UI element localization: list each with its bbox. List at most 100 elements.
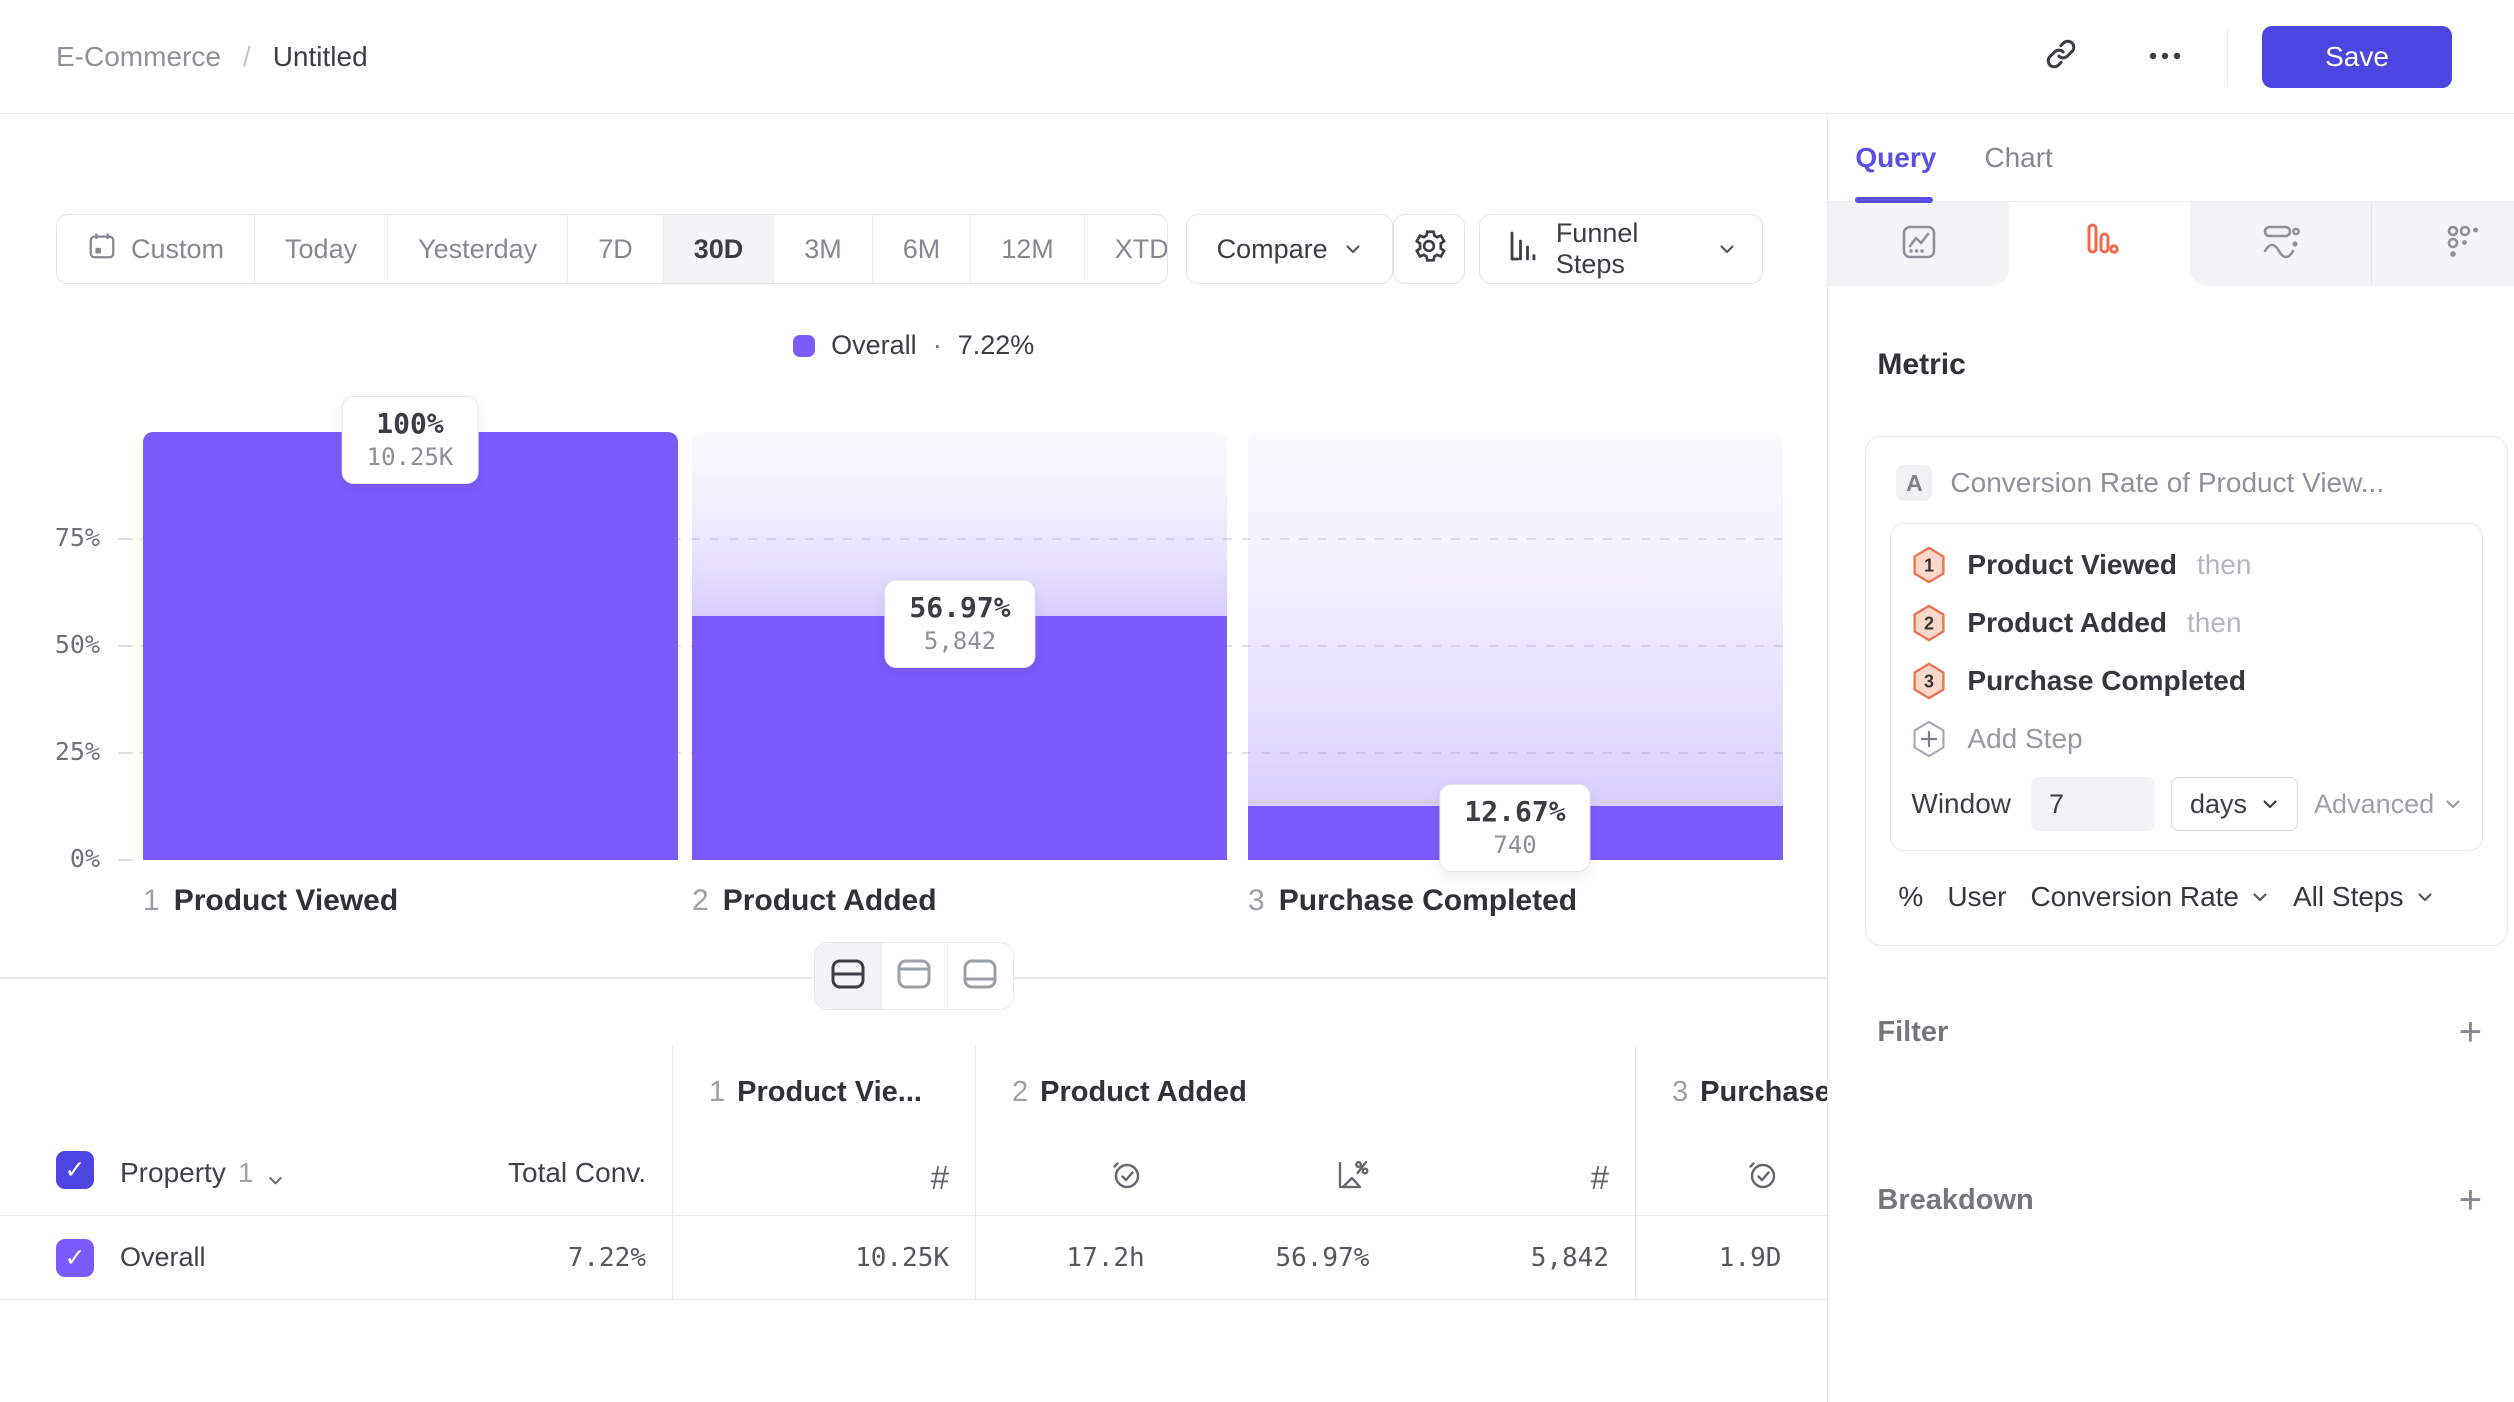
funnel-step-2[interactable]: 2 Product Added then [1911,594,2462,652]
chevron-down-icon [1718,240,1736,258]
conversion-rate-icon[interactable] [1333,1156,1369,1197]
table-cell-step-3: 1.9D [1635,1216,1827,1300]
measure-scope-dropdown[interactable]: All Steps [2293,881,2434,913]
chevron-down-icon[interactable] [267,1172,284,1189]
chart-settings-button[interactable] [1393,214,1465,284]
svg-text:1: 1 [1924,555,1934,575]
date-range-12m[interactable]: 12M [970,215,1084,283]
y-tick [118,645,133,647]
date-range-toolbar: Custom Today Yesterday 7D 30D 3M 6M 12M … [56,214,1763,284]
date-range-yesterday[interactable]: Yesterday [387,215,567,283]
table-cell-step-1: 10.25K [672,1216,975,1300]
step-then-label: then [2187,607,2242,639]
window-value-input[interactable] [2031,777,2155,831]
table-header-step-2: 2Product Added [975,1046,1635,1216]
chevron-down-icon [2416,888,2434,906]
retention-chart-tab[interactable] [2190,202,2371,286]
time-to-convert-icon[interactable] [1109,1156,1145,1197]
save-button[interactable]: Save [2262,26,2452,88]
chart-type-tabs [1828,202,2514,286]
tab-chart[interactable]: Chart [1984,142,2052,174]
uniques-icon[interactable]: # [1591,1159,1609,1197]
advanced-dropdown[interactable]: Advanced [2314,789,2462,820]
copy-link-button[interactable] [2031,27,2091,87]
compare-button[interactable]: Compare [1186,214,1393,284]
table-header-step-1: 1Product Vie... # [672,1046,975,1216]
conversion-rate-value: 56.97% [1275,1243,1369,1273]
window-label: Window [1911,788,2011,820]
table-row-overall[interactable]: ✓ Overall 7.22% [0,1216,672,1300]
more-options-button[interactable] [2135,27,2195,87]
date-range-xtd[interactable]: XTD [1084,215,1168,283]
measure-type-dropdown[interactable]: Conversion Rate [2030,881,2269,913]
layout-chart-view-button[interactable] [881,943,947,1009]
conversion-count: 740 [1464,831,1565,859]
chevron-down-icon [1344,240,1362,258]
time-to-convert-value: 17.2h [1066,1243,1144,1273]
measure-entity[interactable]: User [1947,881,2006,913]
layout-toggle-group [814,942,1014,1010]
metrics-chart-tab[interactable] [1828,202,2009,286]
header-actions: Save [2031,26,2453,88]
query-panel: Query Chart [1827,114,2514,1402]
filter-heading: Filter [1877,1016,1948,1049]
add-filter-button[interactable]: + [2459,1012,2482,1052]
add-breakdown-button[interactable]: + [2459,1180,2482,1220]
select-all-checkbox[interactable]: ✓ [56,1151,94,1189]
date-range-3m[interactable]: 3M [773,215,872,283]
y-axis-label-0: 0% [0,844,100,873]
time-to-convert-icon[interactable] [1745,1156,1781,1197]
tab-query[interactable]: Query [1855,142,1936,174]
legend-series-label: Overall [831,330,917,361]
chart-type-selector[interactable]: Funnel Steps [1479,214,1764,284]
row-checkbox[interactable]: ✓ [56,1239,94,1277]
uniques-icon[interactable]: # [931,1159,949,1197]
date-range-custom[interactable]: Custom [57,215,254,283]
date-range-7d[interactable]: 7D [567,215,663,283]
property-header-number: 1 [238,1157,254,1189]
total-conversion-header[interactable]: Total Conv. [508,1157,646,1189]
date-range-today[interactable]: Today [254,215,387,283]
metric-title-row[interactable]: A Conversion Rate of Product View... [1890,465,2483,501]
window-unit-select[interactable]: days [2171,777,2298,831]
layout-split-view-button[interactable] [815,943,881,1009]
layout-split-row [0,942,1827,1012]
step-number-hexagon: 2 [1911,603,1947,643]
check-icon: ✓ [65,1243,86,1273]
table-view-icon [962,958,998,995]
funnel-step-1[interactable]: 1 Product Viewed then [1911,536,2462,594]
svg-text:3: 3 [1924,671,1934,691]
date-range-6m[interactable]: 6M [872,215,971,283]
breakdown-heading: Breakdown [1877,1184,2033,1217]
legend-value: 7.22% [958,330,1035,361]
link-icon [2043,36,2079,77]
advanced-label: Advanced [2314,789,2434,820]
funnel-bar-step-1[interactable] [143,432,678,860]
layout-table-view-button[interactable] [947,943,1013,1009]
check-icon: ✓ [65,1155,86,1185]
funnel-chart-tab-active[interactable] [2009,202,2190,286]
property-header-label[interactable]: Property [120,1157,226,1189]
chart-type-label: Funnel Steps [1556,218,1703,280]
date-range-30d-active[interactable]: 30D [663,215,774,283]
breadcrumb-page-title[interactable]: Untitled [273,41,368,73]
funnel-step-3[interactable]: 3 Purchase Completed [1911,652,2462,710]
breadcrumb-project[interactable]: E-Commerce [56,41,221,73]
segmentation-tab[interactable] [2371,202,2514,286]
percent-icon[interactable]: % [1898,881,1923,913]
legend-color-swatch [793,335,815,357]
date-range-label: Custom [131,234,224,265]
split-view-icon [830,958,866,995]
top-header: E-Commerce / Untitled [0,0,2514,114]
bar-lost-segment [1248,432,1783,806]
chart-view-icon [896,958,932,995]
filter-section: Filter + [1877,1012,2482,1052]
metric-title: Conversion Rate of Product View... [1950,467,2384,499]
chart-legend[interactable]: Overall · 7.22% [0,330,1827,361]
add-step-hexagon-plus-icon [1911,719,1947,759]
legend-dot: · [933,330,942,361]
step-name: Product Added [1967,607,2167,639]
add-step-button[interactable]: Add Step [1911,710,2462,768]
table-header-property: ✓ Property 1 Total Conv. [0,1046,672,1216]
svg-text:2: 2 [1924,613,1934,633]
